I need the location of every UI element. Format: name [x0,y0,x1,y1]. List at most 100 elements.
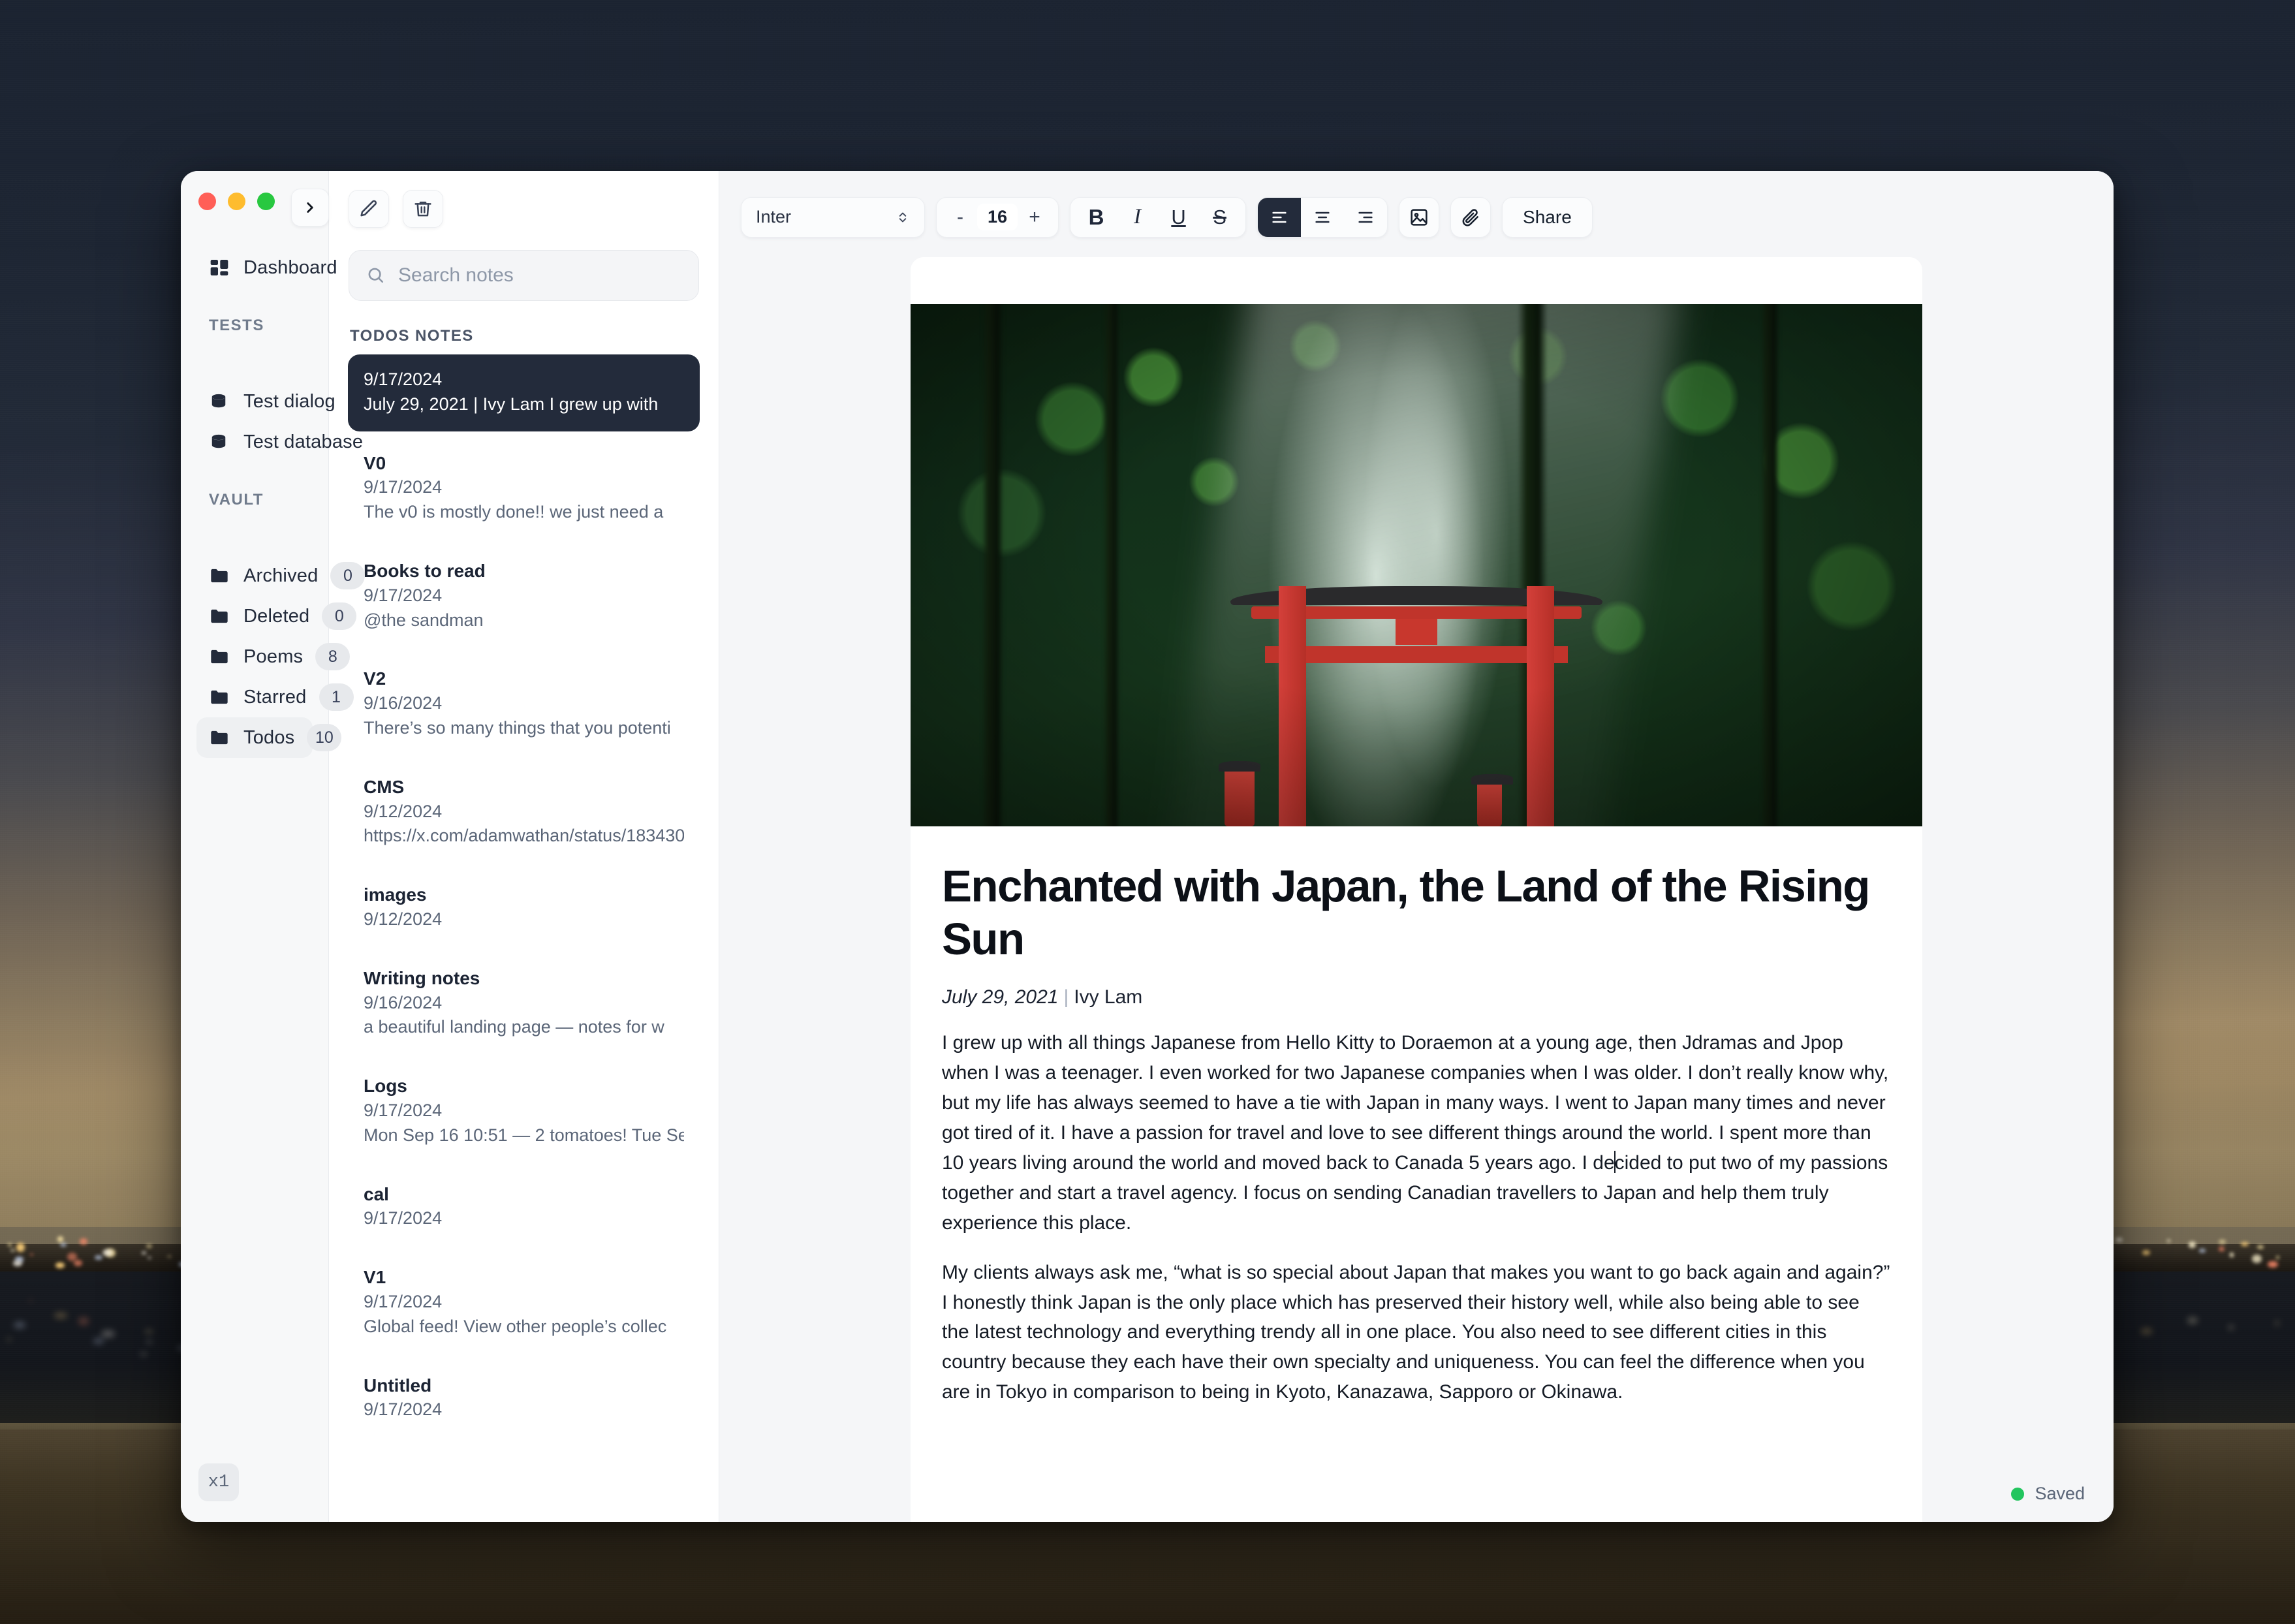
city-light [146,1244,152,1248]
city-light [79,1238,87,1245]
list-item[interactable]: Books to read 9/17/2024 @the sandman [348,546,700,647]
sidebar-item-test-dialog[interactable]: Test dialog [196,381,336,422]
share-button[interactable]: Share [1502,196,1593,238]
list-item[interactable]: V1 9/17/2024 Global feed! View other peo… [348,1252,700,1353]
minimize-button[interactable] [228,193,245,210]
delete-note-button[interactable] [403,190,443,228]
collapse-sidebar-button[interactable] [291,189,329,226]
editor-toolbar: Inter - 16 + B I U S Share [719,171,2114,244]
database-icon [209,392,231,411]
edit-note-button[interactable] [349,190,389,228]
document-body[interactable]: Enchanted with Japan, the Land of the Ri… [911,826,1922,1407]
notes-scroll[interactable]: 9/17/2024 July 29, 2021 | Ivy Lam I grew… [329,354,719,1522]
list-item[interactable]: V0 9/17/2024 The v0 is mostly done!! we … [348,438,700,539]
align-center-button[interactable] [1301,198,1344,237]
search-input[interactable] [398,264,681,287]
folder-icon [209,647,231,666]
city-light [2198,1248,2206,1253]
list-item[interactable]: cal 9/17/2024 [348,1169,700,1246]
font-size-decrease-button[interactable]: - [947,206,973,228]
font-family-select[interactable]: Inter [741,196,925,238]
sidebar-group-vault: Archived 0 Deleted 0 Poems 8 Starred 1 T… [181,555,366,758]
sidebar-item-archived[interactable]: Archived 0 [196,555,366,596]
city-light [2257,1245,2264,1249]
note-title: CMS [364,776,405,797]
note-snippet: The v0 is mostly done!! we just need a [364,502,664,522]
city-light [148,1256,152,1259]
city-light [2219,1246,2225,1252]
list-item[interactable]: CMS 9/12/2024 https://x.com/adamwathan/s… [348,762,700,863]
maximize-button[interactable] [257,193,275,210]
sidebar-item-dashboard[interactable]: Dashboard [196,247,337,288]
status-badge: Saved [2011,1484,2085,1504]
align-left-button[interactable] [1258,197,1302,237]
note-title: Writing notes [364,967,480,988]
strikethrough-button[interactable]: S [1199,197,1240,238]
list-item[interactable]: V2 9/16/2024 There’s so many things that… [348,653,700,755]
attach-file-button[interactable] [1450,196,1491,238]
sidebar-item-starred[interactable]: Starred 1 [196,677,354,717]
sidebar-item-todos[interactable]: Todos 10 [196,717,342,758]
folder-icon [209,606,231,626]
sidebar-item-label: Todos [243,726,295,748]
insert-image-button[interactable] [1399,196,1440,238]
note-date: 9/17/2024 [364,585,443,605]
font-size-value[interactable]: 16 [977,204,1018,230]
document-paragraph: My clients always ask me, “what is so sp… [942,1261,1890,1403]
light-reflection [14,1322,26,1328]
document-card[interactable]: Enchanted with Japan, the Land of the Ri… [911,257,1922,1522]
city-light [2267,1260,2279,1268]
note-date: 9/12/2024 [364,801,443,821]
city-light [2142,1250,2151,1255]
bold-button[interactable]: B [1076,197,1117,238]
city-light [2275,1256,2279,1260]
list-item[interactable]: images 9/12/2024 [348,869,700,946]
note-title: V2 [364,668,386,689]
list-item[interactable]: Untitled 9/17/2024 [348,1360,700,1437]
city-light [2240,1242,2249,1247]
align-right-button[interactable] [1344,198,1387,237]
city-light [57,1236,63,1243]
sidebar-item-poems[interactable]: Poems 8 [196,636,351,677]
sidebar-item-count: 10 [307,724,342,751]
paperclip-icon [1462,208,1478,226]
saved-indicator-dot [2011,1487,2025,1501]
editor-panel: Inter - 16 + B I U S Share Enchanted wit… [719,171,2114,1522]
city-light [2218,1239,2226,1244]
city-light [13,1260,23,1266]
note-snippet: There’s so many things that you potenti [364,717,671,738]
sidebar-item-label: Dashboard [243,257,337,278]
light-reflection [2141,1328,2153,1334]
align-left-icon [1272,211,1287,223]
sidebar: Dashboard TESTS Test dialog Test databas… [181,171,366,1522]
document-paragraph: I grew up with all things Japanese from … [942,1028,1891,1238]
search-icon [368,268,384,283]
city-light [74,1259,83,1267]
city-light [2189,1241,2196,1248]
font-size-increase-button[interactable]: + [1022,206,1048,228]
text-align-group [1257,196,1388,238]
folder-icon [209,728,231,747]
note-date: 9/17/2024 [364,369,443,389]
italic-button[interactable]: I [1117,197,1158,238]
note-title: Untitled [364,1375,432,1396]
underline-button[interactable]: U [1158,197,1199,238]
chevron-updown-icon [899,212,907,222]
list-item[interactable]: 9/17/2024 July 29, 2021 | Ivy Lam I grew… [348,354,700,431]
light-reflection [54,1312,67,1319]
database-icon [209,432,231,452]
note-title: images [364,884,427,905]
list-item[interactable]: Logs 9/17/2024 Mon Sep 16 10:51 — 2 toma… [348,1061,700,1162]
close-button[interactable] [198,193,216,210]
sidebar-item-count: 1 [319,683,354,711]
sidebar-item-test-database[interactable]: Test database [196,422,363,462]
search-box[interactable] [349,250,699,301]
note-title: Logs [364,1076,407,1097]
align-center-icon [1315,211,1330,223]
list-item[interactable]: Writing notes 9/16/2024 a beautiful land… [348,953,700,1054]
zoom-level-badge[interactable]: x1 [198,1463,239,1501]
chevron-right-icon [307,202,313,213]
sidebar-item-deleted[interactable]: Deleted 0 [196,596,357,636]
pencil-icon [360,200,377,217]
sidebar-item-label: Starred [243,686,307,708]
